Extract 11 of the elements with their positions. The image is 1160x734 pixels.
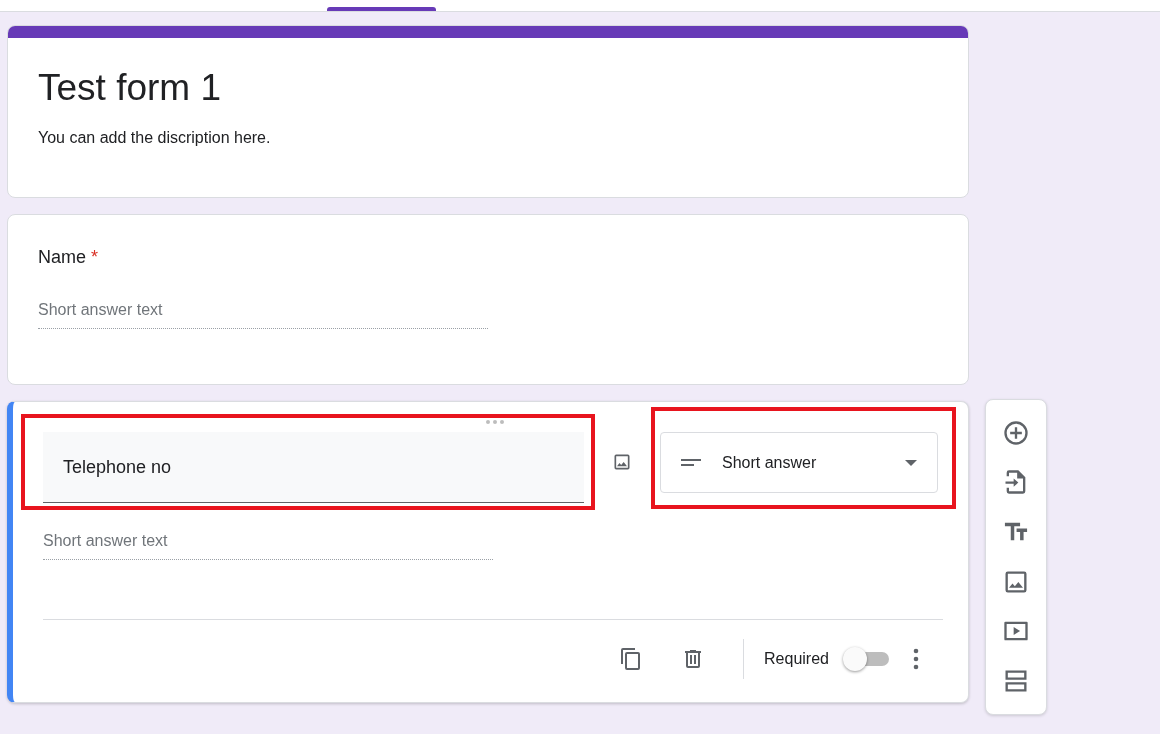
- question-type-dropdown[interactable]: Short answer: [660, 432, 938, 493]
- required-asterisk: *: [91, 247, 99, 267]
- required-label: Required: [764, 650, 829, 668]
- form-description[interactable]: You can add the discription here.: [38, 129, 938, 147]
- answer-placeholder: Short answer text: [43, 532, 493, 560]
- form-title[interactable]: Test form 1: [38, 66, 938, 110]
- active-question-card[interactable]: Telephone no Short answer Short answer text Required: [7, 401, 969, 703]
- question-title-field[interactable]: Telephone no: [43, 432, 584, 503]
- question-title: Name: [38, 247, 86, 267]
- question-card[interactable]: Name * Short answer text: [7, 214, 969, 385]
- answer-placeholder: Short answer text: [38, 301, 488, 329]
